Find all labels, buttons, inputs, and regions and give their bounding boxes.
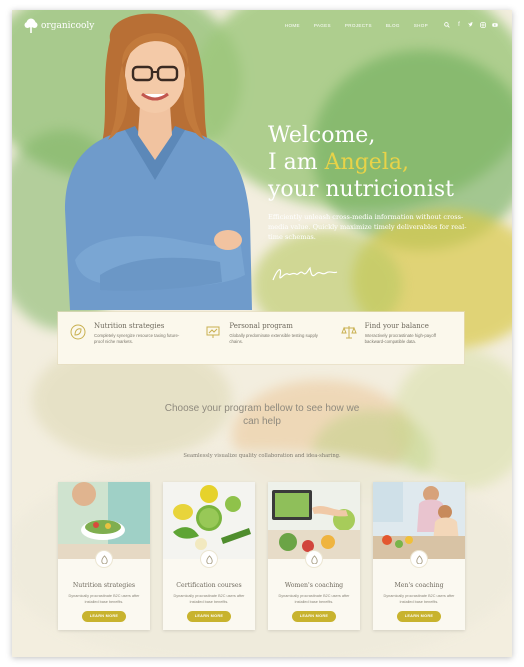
card-title: Nutrition strategies	[72, 582, 136, 589]
nav-projects[interactable]: PROJECTS	[345, 23, 372, 28]
learn-more-button[interactable]: LEARN MORE	[187, 611, 231, 623]
search-icon[interactable]	[444, 22, 450, 28]
feature-text: Interactively procrastinate high-payoff …	[364, 333, 436, 345]
leaf-icon	[70, 324, 86, 340]
card-nutrition-strategies[interactable]: Nutrition strategies Dynamically procras…	[58, 482, 150, 630]
pear-icon	[306, 551, 322, 567]
card-text: Dynamically procrastinate B2C users afte…	[278, 594, 350, 604]
nav-home[interactable]: HOME	[285, 23, 300, 28]
program-subheading: Seamlessly visualize quality collaborati…	[183, 453, 341, 459]
program-heading: Choose your program bellow to see how we…	[164, 403, 360, 427]
hero-line3: your nutricionist	[268, 177, 455, 202]
feature-text: Completely synergize resource taxing fut…	[94, 333, 180, 345]
presentation-icon	[206, 326, 220, 338]
card-title: Certification courses	[176, 582, 242, 589]
feature-personal-program: Personal program Globally predominate ex…	[193, 312, 328, 345]
feature-title: Nutrition strategies	[94, 322, 165, 330]
card-image	[163, 482, 255, 559]
features-strip: Nutrition strategies Completely synergiz…	[58, 312, 464, 364]
instagram-icon[interactable]	[480, 22, 486, 28]
facebook-icon[interactable]: f	[456, 22, 462, 28]
feature-text: Globally predominate extensible testing …	[229, 333, 318, 345]
learn-more-button[interactable]: LEARN MORE	[397, 611, 441, 623]
card-text: Dynamically procrastinate B2C users afte…	[68, 594, 140, 604]
card-title: Men's coaching	[394, 582, 444, 589]
feature-nutrition: Nutrition strategies Completely synergiz…	[58, 312, 193, 345]
nav-blog[interactable]: BLOG	[386, 23, 400, 28]
page-frame: organicooly HOME PAGES PROJECTS BLOG SHO…	[12, 10, 512, 657]
nav-pages[interactable]: PAGES	[314, 23, 331, 28]
hero-heading-block: Welcome, I am Angela, your nutricionist …	[268, 122, 478, 242]
hero-description: Efficiently unleash cross-media informat…	[268, 213, 467, 241]
card-womens-coaching[interactable]: Women's coaching Dynamically procrastina…	[268, 482, 360, 630]
twitter-icon[interactable]	[468, 22, 474, 28]
tree-icon	[24, 18, 38, 33]
nav-shop[interactable]: SHOP	[414, 23, 428, 28]
feature-title: Find your balance	[364, 322, 429, 330]
main-nav: HOME PAGES PROJECTS BLOG SHOP f	[285, 22, 498, 28]
hero-line2-prefix: I am	[268, 150, 325, 175]
card-certification-courses[interactable]: Certification courses Dynamically procra…	[163, 482, 255, 630]
learn-more-button[interactable]: LEARN MORE	[82, 611, 126, 623]
hero-title: Welcome, I am Angela, your nutricionist	[268, 122, 478, 203]
card-image	[268, 482, 360, 559]
card-image	[373, 482, 465, 559]
feature-title: Personal program	[229, 322, 293, 330]
pear-icon	[201, 551, 217, 567]
card-mens-coaching[interactable]: Men's coaching Dynamically procrastinate…	[373, 482, 465, 630]
pear-icon	[411, 551, 427, 567]
card-title: Women's coaching	[284, 582, 344, 589]
feature-balance: Find your balance Interactively procrast…	[329, 312, 464, 345]
hero-line1: Welcome,	[268, 123, 376, 148]
youtube-icon[interactable]	[492, 22, 498, 28]
nutritionist-photo	[65, 13, 252, 310]
card-image	[58, 482, 150, 559]
signature-image	[272, 266, 338, 281]
card-text: Dynamically procrastinate B2C users afte…	[383, 594, 455, 604]
card-text: Dynamically procrastinate B2C users afte…	[173, 594, 245, 604]
program-cards: Nutrition strategies Dynamically procras…	[58, 482, 466, 632]
nav-icon-group: f	[444, 22, 498, 28]
learn-more-button[interactable]: LEARN MORE	[292, 611, 336, 623]
scale-icon	[340, 326, 357, 339]
hero-name: Angela,	[324, 150, 409, 175]
pear-icon	[96, 551, 112, 567]
